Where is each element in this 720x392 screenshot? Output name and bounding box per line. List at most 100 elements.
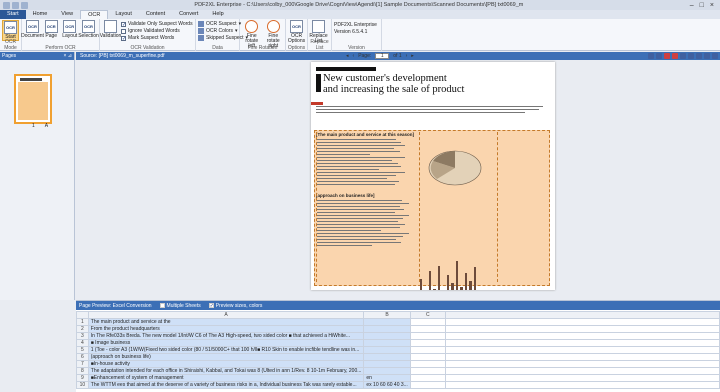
table-cell[interactable]: [409, 318, 446, 326]
tab-home[interactable]: Home: [26, 10, 55, 19]
table-cell[interactable]: [409, 353, 446, 361]
page-heading: New customer's development and increasin…: [323, 73, 465, 95]
preview-sizes-checkbox[interactable]: ✓ Preview sizes, colors: [208, 303, 262, 309]
table-cell[interactable]: [363, 360, 411, 368]
table-cell[interactable]: ■ Image business: [87, 339, 365, 347]
page-navigator: ◂ ‹ Page: 1 of 1 › ▸: [346, 53, 414, 59]
ocr-options-button[interactable]: OCR Options: [288, 20, 305, 44]
validation-button[interactable]: Validation: [100, 20, 121, 39]
document-page[interactable]: New customer's development and increasin…: [311, 62, 555, 290]
minimize-icon[interactable]: –: [690, 2, 694, 9]
start-ocr-button[interactable]: Start: [2, 20, 19, 41]
data-group: OCR Suspect ▾ OCR Colors ▾ Skipped Suspe…: [196, 19, 248, 51]
document-ocr-button[interactable]: Document: [21, 20, 44, 39]
prev-page-icon[interactable]: ‹: [353, 53, 355, 59]
table-cell[interactable]: [363, 325, 411, 333]
table-cell[interactable]: The adaptation intended for each office …: [87, 367, 365, 375]
table-row: 10 The WTTM ees that aimed at the deserve…: [76, 381, 720, 389]
window-title: PDF2XL Enterprise - C:\Users\colby_000\G…: [194, 2, 524, 8]
table-cell[interactable]: The main product and service at the: [87, 318, 365, 326]
table-cell[interactable]: [363, 339, 411, 347]
table-cell[interactable]: ■Enhancement of system of management: [87, 374, 365, 382]
last-page-icon[interactable]: ▸: [411, 53, 414, 59]
selection-ocr-button[interactable]: Selection: [78, 20, 99, 39]
quick-access-toolbar[interactable]: [3, 1, 28, 9]
page-ocr-button[interactable]: Page: [43, 20, 60, 39]
table-cell[interactable]: The WTTM ees that aimed at the deserve o…: [87, 381, 365, 389]
table-cell[interactable]: [363, 332, 411, 340]
ocr-mode-group: Start OCR Mode: [0, 19, 22, 51]
table-cell[interactable]: [409, 332, 446, 340]
tab-convert[interactable]: Convert: [172, 10, 205, 19]
replace-list-group: Replace List Replace List: [308, 19, 332, 51]
pages-panel-close-icon[interactable]: × ⊿: [64, 52, 73, 60]
first-page-icon[interactable]: ◂: [346, 53, 349, 59]
document-tab[interactable]: Source: [PB] txt0069_m_superfine.pdf: [80, 52, 165, 60]
multiple-sheets-checkbox[interactable]: Multiple Sheets: [159, 303, 201, 309]
ocr-icon: [63, 20, 77, 33]
skipped-icon: [198, 35, 204, 41]
table-cell[interactable]: ■In-house activity: [87, 360, 365, 368]
table-cell[interactable]: [409, 325, 446, 333]
table-cell[interactable]: [363, 318, 411, 326]
layout-ocr-button[interactable]: Layout: [62, 20, 79, 39]
table-cell[interactable]: [409, 381, 446, 389]
page-thumbnail[interactable]: [14, 74, 52, 124]
row-number: 6: [76, 353, 89, 361]
table-cell[interactable]: ex 10 60 60 40 3...: [363, 381, 411, 389]
table-cell[interactable]: [363, 367, 411, 375]
table-cell[interactable]: en: [363, 374, 411, 382]
tab-ocr[interactable]: OCR: [80, 10, 109, 19]
column-header-filler: [444, 311, 720, 319]
fit-width-icon[interactable]: [680, 53, 686, 59]
tab-start[interactable]: Start: [0, 10, 26, 19]
document-area: Source: [PB] txt0069_m_superfine.pdf ◂ ‹…: [76, 52, 720, 300]
validate-suspect-checkbox[interactable]: ✓ Validate Only Suspect Words: [121, 21, 193, 27]
table-cell[interactable]: (approach on business life): [87, 353, 365, 361]
table-row: 8 The adaptation intended for each office…: [76, 367, 720, 375]
save-icon[interactable]: [12, 1, 19, 9]
page-number-input[interactable]: 1: [375, 53, 390, 59]
corner-cell: [76, 311, 89, 319]
row-number: 10: [76, 381, 89, 389]
conversion-panel-title: Page Preview: Excel Conversion: [79, 302, 152, 309]
delete-region-icon[interactable]: [664, 53, 670, 59]
spreadsheet-preview[interactable]: A B C 1 The main product and service at t…: [76, 311, 720, 392]
ocr-region[interactable]: [The main product and service at this se…: [314, 130, 550, 290]
table-cell[interactable]: [409, 360, 446, 368]
select-icon[interactable]: [704, 53, 710, 59]
column-header: B: [363, 311, 411, 319]
table-row: 9 ■Enhancement of system of management en: [76, 374, 720, 382]
ignore-validated-checkbox[interactable]: Ignore Validated Words: [121, 28, 193, 34]
maximize-icon[interactable]: □: [700, 2, 704, 9]
table-cell[interactable]: [409, 346, 446, 354]
tab-view[interactable]: View: [54, 10, 80, 19]
suspect-icon: [198, 21, 204, 27]
table-cell[interactable]: [409, 367, 446, 375]
zoom-in-icon[interactable]: [648, 53, 654, 59]
table-cell[interactable]: [363, 346, 411, 354]
close-icon[interactable]: ×: [710, 2, 714, 9]
table-cell[interactable]: In The Rfe033s Breda. The new model 1/In…: [87, 332, 365, 340]
undo-icon[interactable]: [21, 1, 28, 9]
table-cell[interactable]: 1 (Toe - color A3 (1W/W(Fixed two sided …: [87, 346, 365, 354]
next-page-icon[interactable]: ›: [406, 53, 408, 59]
fit-page-icon[interactable]: [688, 53, 694, 59]
zoom-out-icon[interactable]: [656, 53, 662, 59]
table-cell[interactable]: [409, 339, 446, 347]
table-cell-filler: [444, 360, 720, 368]
ribbon: Start OCR Mode Document Page Layout Sele…: [0, 19, 720, 51]
table-cell[interactable]: From the product headquarters: [87, 325, 365, 333]
clear-icon[interactable]: [672, 53, 678, 59]
rotate-icon[interactable]: [696, 53, 702, 59]
pan-icon[interactable]: [712, 53, 718, 59]
mark-suspect-checkbox[interactable]: ✓ Mark Suspect Words: [121, 35, 193, 41]
tab-content[interactable]: Content: [139, 10, 172, 19]
table-cell[interactable]: [363, 353, 411, 361]
table-row: 7 ■In-house activity: [76, 360, 720, 368]
tab-layout[interactable]: Layout: [108, 10, 139, 19]
tab-help[interactable]: Help: [205, 10, 230, 19]
rotate-right-icon: [266, 20, 280, 33]
table-cell[interactable]: [409, 374, 446, 382]
ocr-icon: [4, 21, 17, 34]
